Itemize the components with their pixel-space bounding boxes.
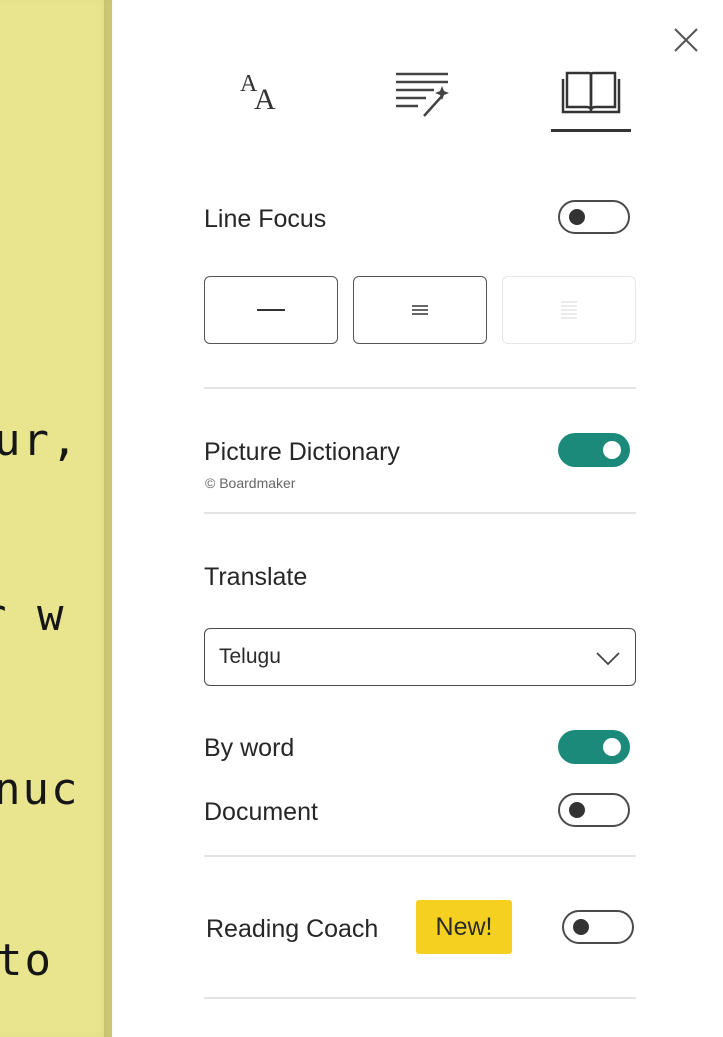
text-size-icon: A A xyxy=(240,71,276,115)
tab-reading-preferences[interactable] xyxy=(546,50,636,132)
close-button[interactable] xyxy=(668,22,704,58)
new-badge: New! xyxy=(416,900,512,954)
one-line-icon xyxy=(257,309,285,311)
line-focus-toggle[interactable] xyxy=(558,200,630,234)
translate-by-word-label: By word xyxy=(204,734,295,762)
divider xyxy=(204,512,636,514)
translate-document-label: Document xyxy=(204,798,318,826)
tab-grammar-options[interactable] xyxy=(376,50,466,130)
toggle-knob xyxy=(569,802,585,818)
grammar-options-icon xyxy=(396,72,449,117)
translate-document-toggle[interactable] xyxy=(558,793,630,827)
toggle-knob xyxy=(603,738,621,756)
translate-label: Translate xyxy=(204,563,308,591)
document-preview: ur, r w nuc to xyxy=(0,0,112,1037)
reading-coach-toggle[interactable] xyxy=(562,910,634,944)
picture-dictionary-label: Picture Dictionary xyxy=(204,438,400,466)
three-lines-icon xyxy=(412,305,428,315)
close-icon xyxy=(674,28,698,52)
line-focus-five-lines-button[interactable] xyxy=(502,276,636,344)
divider xyxy=(204,997,636,999)
picture-dictionary-credit: © Boardmaker xyxy=(205,475,296,491)
document-text-line: r w xyxy=(0,590,66,641)
translate-language-select[interactable]: Telugu xyxy=(204,628,636,686)
line-focus-three-lines-button[interactable] xyxy=(353,276,487,344)
picture-dictionary-toggle[interactable] xyxy=(558,433,630,467)
document-text-line: ur, xyxy=(0,415,80,466)
divider xyxy=(204,855,636,857)
svg-text:A: A xyxy=(254,83,276,115)
document-text-line: nuc xyxy=(0,764,80,815)
selected-language: Telugu xyxy=(219,645,281,668)
tab-text-options[interactable]: A A xyxy=(215,50,305,130)
reading-coach-label: Reading Coach xyxy=(206,915,379,943)
translate-by-word-toggle[interactable] xyxy=(558,730,630,764)
line-focus-label: Line Focus xyxy=(204,205,327,233)
divider xyxy=(204,387,636,389)
toggle-knob xyxy=(569,209,585,225)
tab-bar: A A xyxy=(200,50,640,140)
document-text-line: to xyxy=(0,935,53,986)
toggle-knob xyxy=(603,441,621,459)
document-edge-shadow xyxy=(104,0,114,1037)
five-lines-icon xyxy=(561,301,577,319)
toggle-knob xyxy=(573,919,589,935)
reading-preferences-icon xyxy=(561,71,621,114)
line-focus-one-line-button[interactable] xyxy=(204,276,338,344)
chevron-down-icon xyxy=(596,652,620,666)
